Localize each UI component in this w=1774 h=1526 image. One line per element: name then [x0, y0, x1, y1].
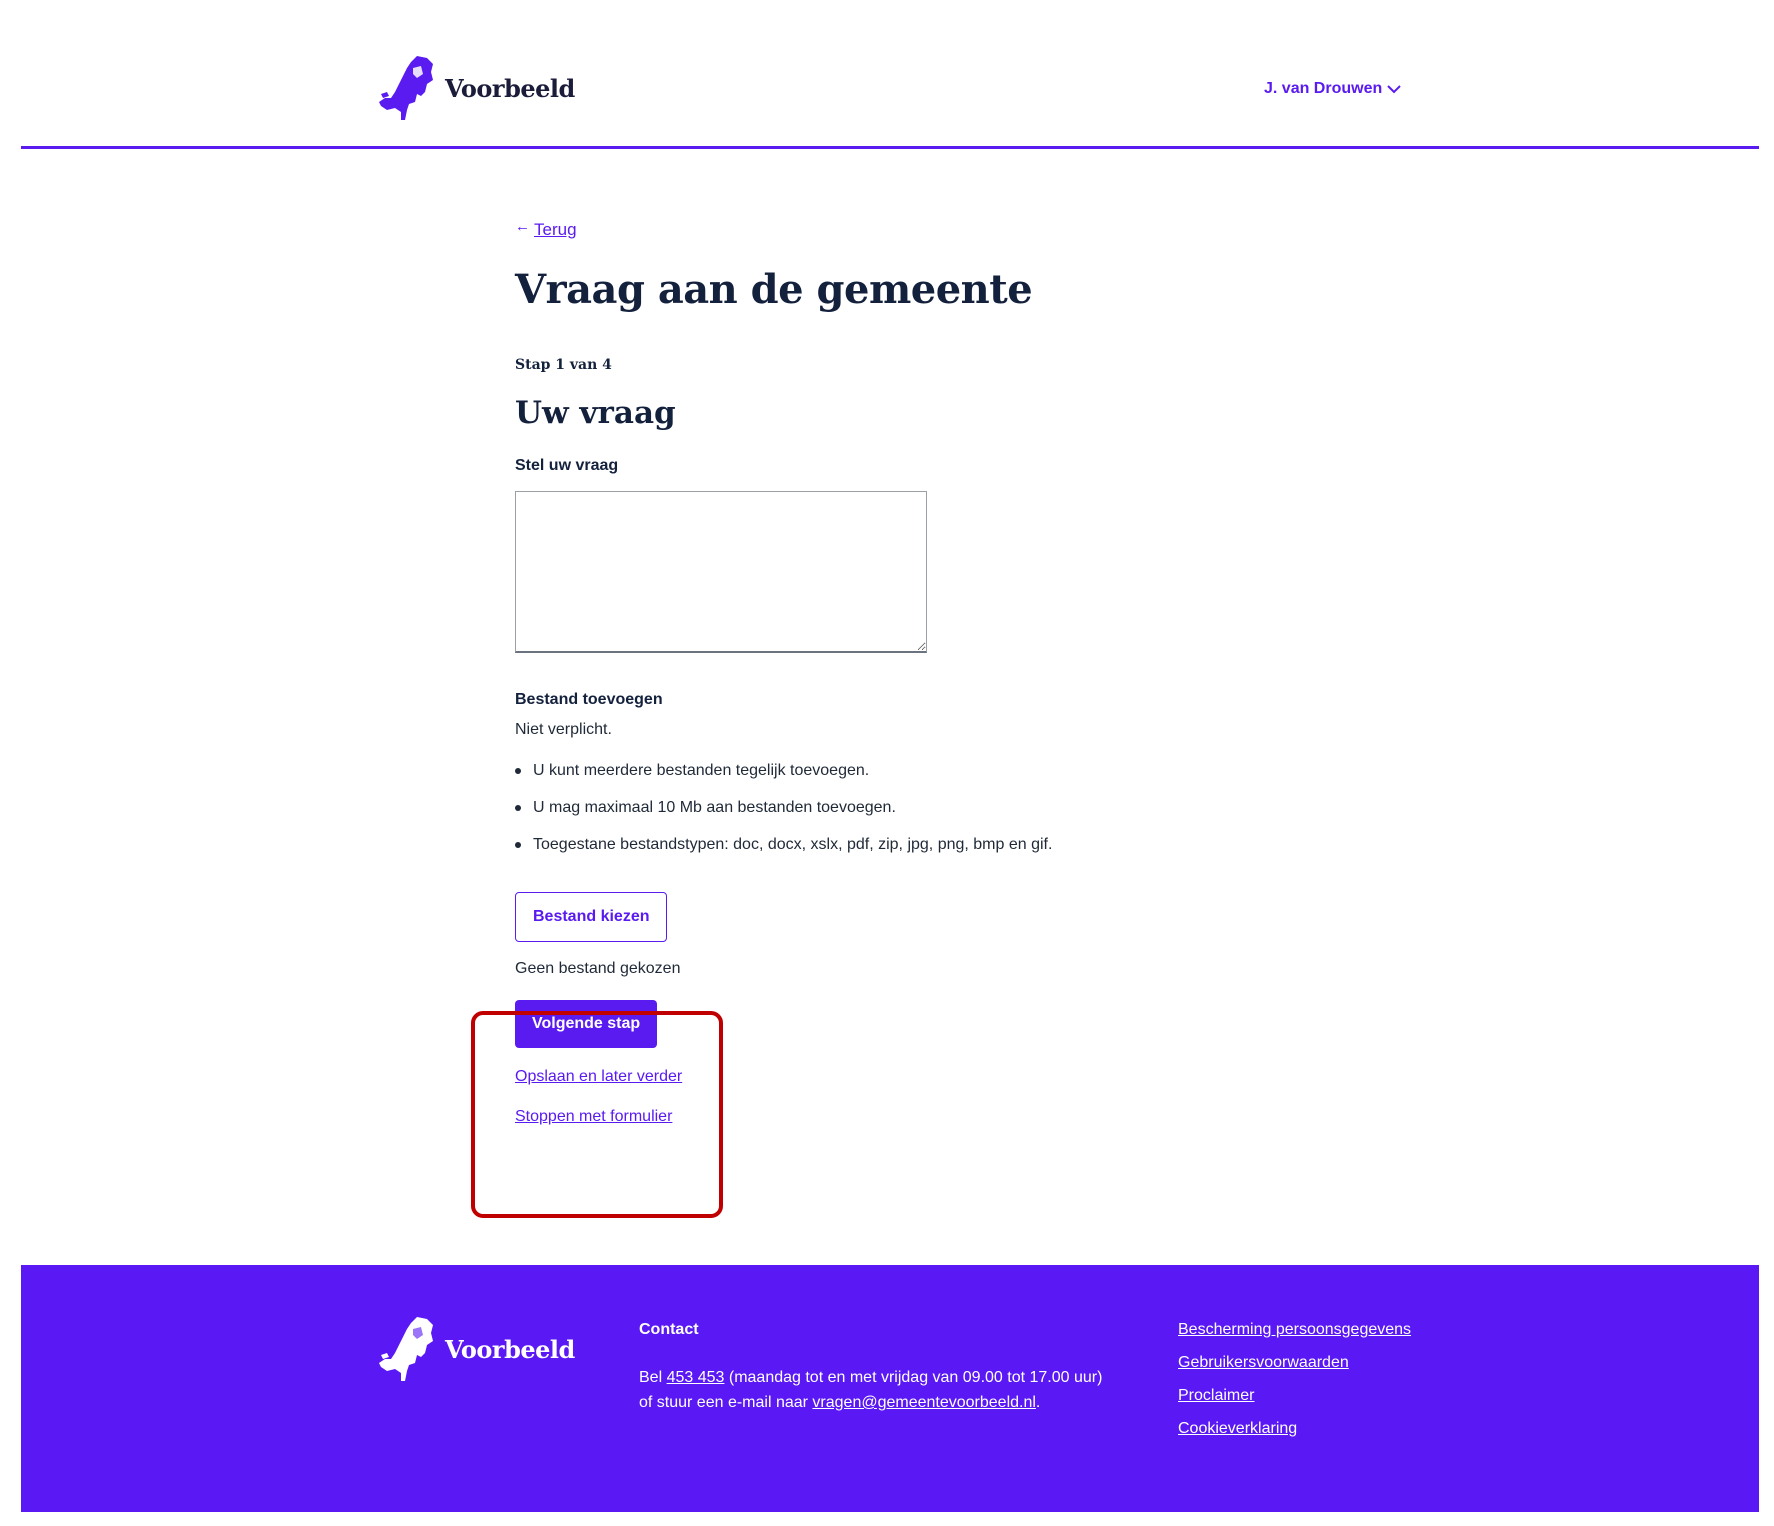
footer-logo[interactable]: Voorbeeld	[377, 1315, 575, 1383]
back-link[interactable]: ← Terug	[515, 217, 577, 240]
footer-link-privacy[interactable]: Bescherming persoonsgegevens	[1178, 1320, 1411, 1339]
list-item: U kunt meerdere bestanden tegelijk toevo…	[515, 761, 1215, 780]
user-name: J. van Drouwen	[1264, 80, 1383, 97]
contact-title: Contact	[639, 1321, 699, 1338]
choose-file-button[interactable]: Bestand kiezen	[515, 892, 668, 942]
site-logo[interactable]: Voorbeeld	[377, 54, 575, 122]
site-header: Voorbeeld J. van Drouwen	[21, 0, 1759, 149]
question-textarea[interactable]	[515, 491, 927, 653]
next-step-button[interactable]: Volgende stap	[515, 1000, 658, 1048]
netherlands-map-icon	[379, 1317, 433, 1381]
file-upload-hint: Niet verplicht.	[515, 721, 612, 738]
page: Voorbeeld J. van Drouwen ← Terug Vraag a…	[0, 0, 1774, 1526]
site-footer: Voorbeeld Contact Bel 453 453 (maandag t…	[21, 1265, 1759, 1512]
save-and-continue-later-link[interactable]: Opslaan en later verder	[515, 1068, 1215, 1086]
chevron-down-icon	[1387, 85, 1401, 94]
contact-text-pre: Bel	[639, 1369, 667, 1386]
contact-text-post: .	[1035, 1394, 1041, 1411]
phone-link[interactable]: 453 453	[667, 1369, 725, 1386]
stop-form-link[interactable]: Stoppen met formulier	[515, 1108, 1215, 1126]
question-label: Stel uw vraag	[515, 457, 619, 474]
list-item: U mag maximaal 10 Mb aan bestanden toevo…	[515, 798, 1215, 817]
page-title: Vraag aan de gemeente	[515, 266, 1033, 313]
footer-links: Bescherming persoonsgegevens Gebruikersv…	[1178, 1320, 1411, 1452]
footer-logo-text: Voorbeeld	[445, 1334, 575, 1364]
main-content: ← Terug Vraag aan de gemeente Stap 1 van…	[515, 217, 1215, 1126]
footer-link-terms[interactable]: Gebruikersvoorwaarden	[1178, 1353, 1411, 1372]
netherlands-map-icon	[379, 56, 433, 120]
section-title: Uw vraag	[515, 395, 676, 431]
step-indicator: Stap 1 van 4	[515, 357, 612, 373]
list-item: Toegestane bestandstypen: doc, docx, xsl…	[515, 835, 1215, 854]
logo-text: Voorbeeld	[445, 73, 575, 103]
no-file-status: Geen bestand gekozen	[515, 960, 681, 977]
footer-contact: Contact Bel 453 453 (maandag tot en met …	[639, 1321, 1119, 1415]
back-link-label: Terug	[534, 220, 577, 239]
file-rules-list: U kunt meerdere bestanden tegelijk toevo…	[515, 761, 1215, 854]
email-link[interactable]: vragen@gemeentevoorbeeld.nl	[812, 1394, 1036, 1411]
contact-text: Bel 453 453 (maandag tot en met vrijdag …	[639, 1365, 1119, 1415]
footer-link-cookies[interactable]: Cookieverklaring	[1178, 1419, 1411, 1438]
arrow-left-icon: ←	[515, 217, 530, 235]
footer-link-proclaimer[interactable]: Proclaimer	[1178, 1386, 1411, 1405]
user-menu[interactable]: J. van Drouwen	[1264, 80, 1402, 98]
file-upload-label: Bestand toevoegen	[515, 691, 663, 708]
